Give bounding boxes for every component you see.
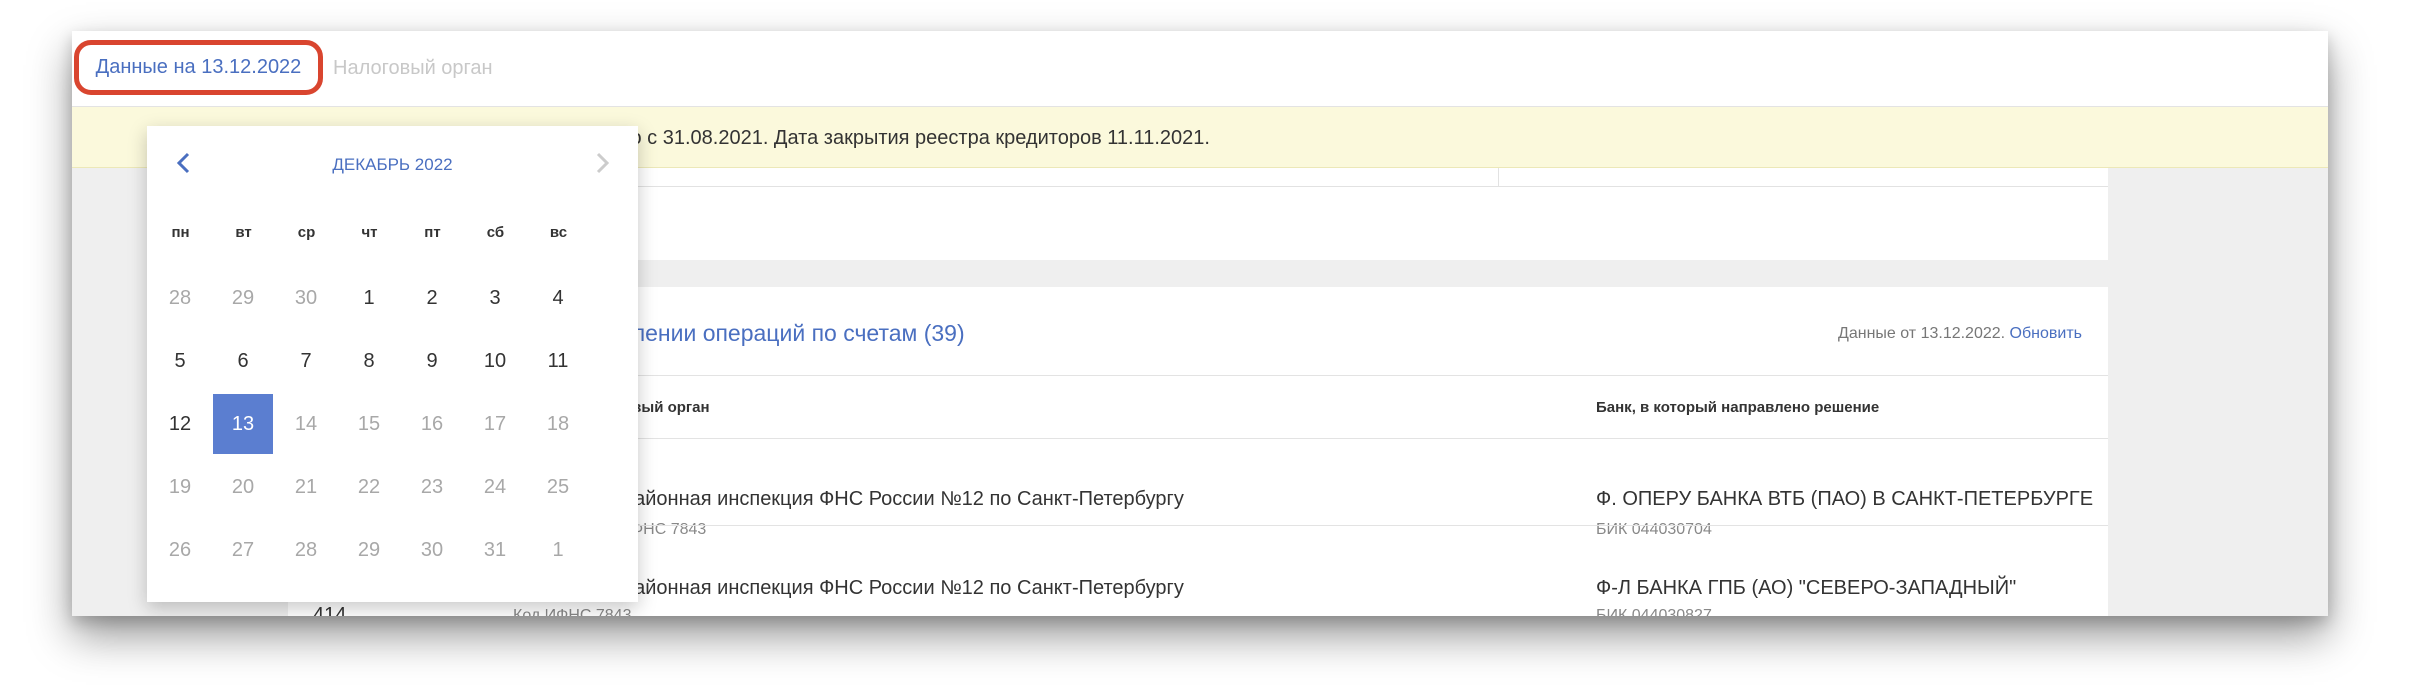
section-title[interactable]: влении операций по счетам (39): [620, 320, 965, 347]
calendar-day[interactable]: 8: [339, 331, 399, 391]
calendar-day[interactable]: 9: [402, 331, 462, 391]
weekday-label: пт: [424, 224, 441, 241]
calendar-day[interactable]: 1: [339, 268, 399, 328]
weekday-label: пн: [171, 224, 190, 241]
divider: [1498, 168, 1499, 186]
calendar-day: 24: [483, 475, 507, 498]
calendar-day[interactable]: 11: [528, 331, 588, 391]
column-header-bank: Банк, в который направлено решение: [1596, 399, 1880, 416]
calendar-day[interactable]: 10: [465, 331, 525, 391]
calendar-day: 28: [294, 538, 318, 561]
calendar-day: 20: [231, 475, 255, 498]
banner-text: зводство с 31.08.2021. Дата закрытия рее…: [559, 127, 1210, 149]
weekday-label: сб: [486, 224, 505, 241]
calendar-day: 17: [483, 412, 507, 435]
calendar-day[interactable]: 2: [402, 268, 462, 328]
tab-tax-organ[interactable]: Налоговый орган: [333, 57, 493, 80]
weekday-label: вс: [549, 224, 568, 241]
top-tabs-bar: Данные на 13.12.2022 Налоговый орган: [72, 31, 2328, 107]
calendar-day: 18: [546, 412, 570, 435]
tax-organ-name: районная инспекция ФНС России №12 по Сан…: [623, 577, 1184, 599]
calendar-month-title: ДЕКАБРЬ 2022: [332, 155, 453, 174]
bank-bik: БИК 044030827: [1596, 607, 1712, 616]
bank-name: Ф. ОПЕРУ БАНКА ВТБ (ПАО) В САНКТ-ПЕТЕРБУ…: [1596, 488, 2094, 510]
refresh-link[interactable]: Обновить: [2010, 325, 2082, 342]
chevron-right-icon: [593, 146, 611, 183]
bank-bik: БИК 044030704: [1596, 521, 1712, 538]
data-date-text: Данные от 13.12.2022.: [1838, 325, 2006, 342]
calendar-day[interactable]: 12: [150, 394, 210, 454]
calendar-day: 26: [168, 538, 192, 561]
weekday-label: ср: [297, 224, 316, 241]
calendar-day: 14: [294, 412, 318, 435]
bank-name: Ф-Л БАНКА ГПБ (АО) "СЕВЕРО-ЗАПАДНЫЙ": [1596, 577, 2017, 599]
calendar-day: 27: [231, 538, 255, 561]
calendar-day: 1: [552, 538, 564, 561]
app-window: Данные на 13.12.2022 Налоговый орган зво…: [72, 31, 2328, 616]
tax-organ-code: ФНС 7843: [631, 521, 707, 538]
calendar-day: 28: [168, 286, 192, 309]
calendar-day: 25: [546, 475, 570, 498]
tax-organ-code: Код ИФНС 7843: [513, 607, 632, 616]
data-date-info: Данные от 13.12.2022. Обновить: [1838, 325, 2082, 343]
decision-number: 414: [313, 604, 347, 616]
calendar-day: 31: [483, 538, 507, 561]
calendar-day: 30: [420, 538, 444, 561]
calendar-day[interactable]: 7: [276, 331, 336, 391]
date-tab-button[interactable]: Данные на 13.12.2022: [74, 40, 323, 95]
weekday-label: чт: [361, 224, 378, 241]
calendar-day: 22: [357, 475, 381, 498]
calendar-day: 23: [420, 475, 444, 498]
calendar-day: 16: [420, 412, 444, 435]
weekday-label: вт: [235, 224, 252, 241]
date-picker-calendar: ДЕКАБРЬ 2022 пн вт ср чт пт сб вс 28 29 30 1 2 3 4 5 6…: [147, 126, 638, 602]
calendar-day[interactable]: 4: [528, 268, 588, 328]
calendar-day: 29: [231, 286, 255, 309]
calendar-day[interactable]: 5: [150, 331, 210, 391]
calendar-day: 15: [357, 412, 381, 435]
calendar-day: 30: [294, 286, 318, 309]
tax-organ-name: районная инспекция ФНС России №12 по Сан…: [623, 488, 1184, 510]
calendar-day-selected[interactable]: 13: [213, 394, 273, 454]
calendar-day[interactable]: 6: [213, 331, 273, 391]
calendar-day: 29: [357, 538, 381, 561]
calendar-day: 21: [294, 475, 318, 498]
calendar-day[interactable]: 3: [465, 268, 525, 328]
calendar-day: 19: [168, 475, 192, 498]
